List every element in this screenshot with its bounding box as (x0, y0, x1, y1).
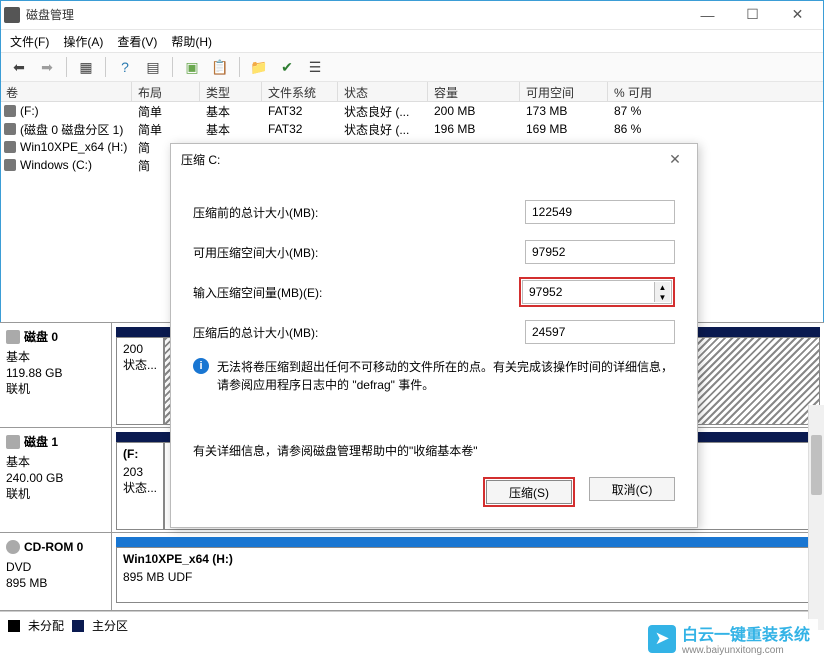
disk-label[interactable]: 磁盘 0 基本 119.88 GB 联机 (0, 323, 112, 427)
shrink-button[interactable]: 压缩(S) (486, 480, 572, 504)
field-shrink-input[interactable]: 97952 ▲ ▼ (522, 280, 672, 304)
watermark-text: 白云一键重装系统 (682, 621, 810, 645)
menu-bar: 文件(F) 操作(A) 查看(V) 帮助(H) (0, 30, 824, 52)
volume-box[interactable]: (F: 203 状态... (116, 442, 164, 530)
forward-icon[interactable]: ➡ (36, 56, 58, 78)
volume-icon (4, 105, 16, 117)
close-button[interactable]: ✕ (775, 1, 820, 29)
window-title: 磁盘管理 (26, 6, 685, 23)
shrink-dialog: 压缩 C: ✕ 压缩前的总计大小(MB): 122549 可用压缩空间大小(MB… (170, 143, 698, 528)
table-row[interactable]: (磁盘 0 磁盘分区 1) 简单 基本 FAT32 状态良好 (... 196 … (0, 120, 824, 138)
refresh-icon[interactable]: ▣ (181, 56, 203, 78)
legend-unalloc: 未分配 (28, 617, 64, 634)
volume-icon (4, 141, 16, 153)
col-status[interactable]: 状态 (338, 82, 428, 101)
col-free[interactable]: 可用空间 (520, 82, 608, 101)
col-pct[interactable]: % 可用 (608, 82, 824, 101)
legend-primary: 主分区 (92, 617, 128, 634)
field-shrink-avail: 97952 (525, 240, 675, 264)
col-layout[interactable]: 布局 (132, 82, 200, 101)
properties-icon[interactable]: 📋 (209, 56, 231, 78)
dialog-title-bar: 压缩 C: ✕ (171, 144, 697, 174)
maximize-button[interactable]: ☐ (730, 1, 775, 29)
back-icon[interactable]: ⬅ (8, 56, 30, 78)
folder-icon[interactable]: 📁 (248, 56, 270, 78)
col-filesystem[interactable]: 文件系统 (262, 82, 338, 101)
grid-icon[interactable]: ▦ (75, 56, 97, 78)
legend-swatch-unalloc (8, 620, 20, 632)
menu-view[interactable]: 查看(V) (117, 33, 157, 50)
field-total-before: 122549 (525, 200, 675, 224)
list-icon[interactable]: ▤ (142, 56, 164, 78)
label-shrink-avail: 可用压缩空间大小(MB): (193, 244, 525, 261)
field-total-after: 24597 (525, 320, 675, 344)
label-total-before: 压缩前的总计大小(MB): (193, 204, 525, 221)
scrollbar-thumb[interactable] (811, 435, 822, 495)
dialog-close-button[interactable]: ✕ (663, 151, 687, 168)
scrollbar-vertical[interactable] (808, 405, 824, 630)
watermark-icon: ➤ (648, 625, 676, 653)
label-shrink-input: 输入压缩空间量(MB)(E): (193, 284, 519, 301)
disk-icon (6, 330, 20, 344)
menu-help[interactable]: 帮助(H) (171, 33, 212, 50)
volume-icon (4, 159, 16, 171)
table-row[interactable]: (F:) 简单 基本 FAT32 状态良好 (... 200 MB 173 MB… (0, 102, 824, 120)
dialog-title: 压缩 C: (181, 151, 663, 168)
watermark-url: www.baiyunxitong.com (682, 645, 810, 656)
toolbar: ⬅ ➡ ▦ ? ▤ ▣ 📋 📁 ✔ ☰ (0, 52, 824, 82)
help-icon[interactable]: ? (114, 56, 136, 78)
title-bar: 磁盘管理 — ☐ ✕ (0, 0, 824, 30)
check-icon[interactable]: ✔ (276, 56, 298, 78)
info-text: 无法将卷压缩到超出任何不可移动的文件所在的点。有关完成该操作时间的详细信息，请参… (217, 358, 675, 394)
app-icon (4, 7, 20, 23)
minimize-button[interactable]: — (685, 1, 730, 29)
volume-table-header: 卷 布局 类型 文件系统 状态 容量 可用空间 % 可用 (0, 82, 824, 102)
cdrom-icon (6, 540, 20, 554)
col-type[interactable]: 类型 (200, 82, 262, 101)
menu-operation[interactable]: 操作(A) (63, 33, 103, 50)
settings-icon[interactable]: ☰ (304, 56, 326, 78)
info-icon: i (193, 358, 209, 374)
volume-box[interactable]: 200 状态... (116, 337, 164, 425)
help-text: 有关详细信息，请参阅磁盘管理帮助中的"收缩基本卷" (193, 442, 675, 459)
legend-swatch-primary (72, 620, 84, 632)
col-capacity[interactable]: 容量 (428, 82, 520, 101)
disk-label[interactable]: 磁盘 1 基本 240.00 GB 联机 (0, 428, 112, 532)
col-volume[interactable]: 卷 (0, 82, 132, 101)
spinner-up-icon[interactable]: ▲ (654, 282, 670, 292)
watermark: ➤ 白云一键重装系统 www.baiyunxitong.com (640, 619, 818, 658)
label-total-after: 压缩后的总计大小(MB): (193, 324, 525, 341)
disk-icon (6, 435, 20, 449)
volume-icon (4, 123, 16, 135)
cancel-button[interactable]: 取消(C) (589, 477, 675, 501)
menu-file[interactable]: 文件(F) (10, 33, 49, 50)
spinner-down-icon[interactable]: ▼ (654, 292, 670, 302)
disk-label[interactable]: CD-ROM 0 DVD 895 MB (0, 533, 112, 610)
disk-panel-cdrom: CD-ROM 0 DVD 895 MB Win10XPE_x64 (H:) 89… (0, 533, 824, 611)
volume-box[interactable]: Win10XPE_x64 (H:) 895 MB UDF (116, 547, 820, 603)
